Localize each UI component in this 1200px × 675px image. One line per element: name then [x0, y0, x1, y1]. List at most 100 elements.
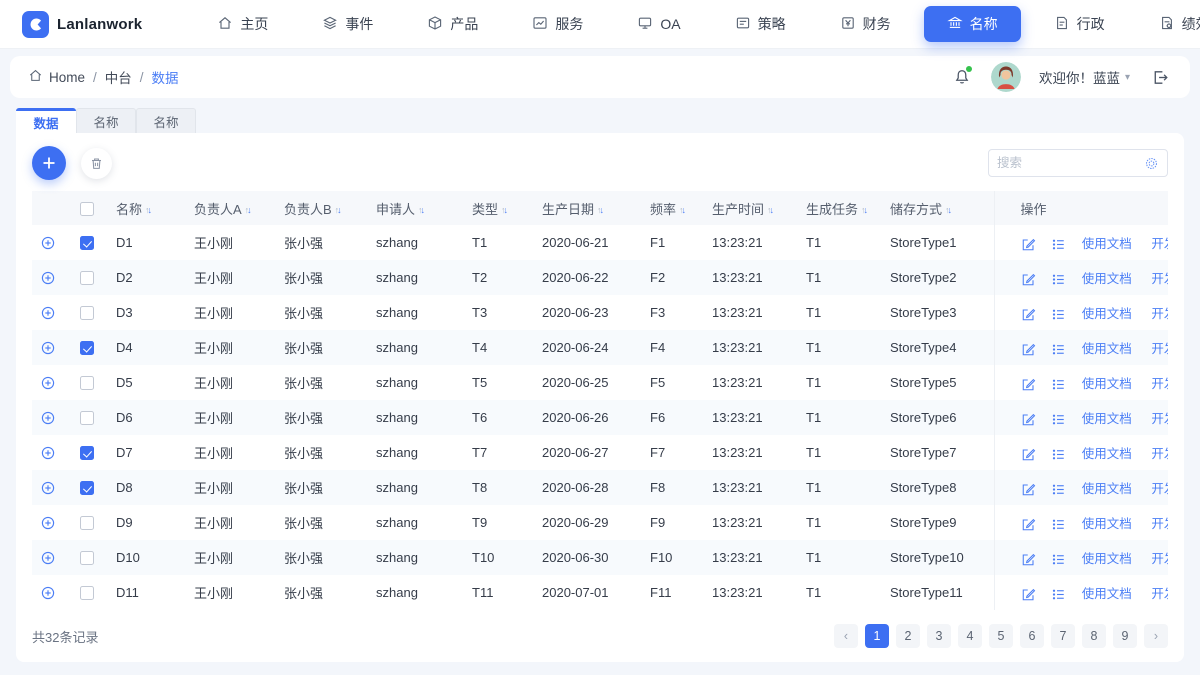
dev-doc-link[interactable]: 开发文档 [1151, 307, 1168, 321]
detail-list-icon[interactable] [1051, 517, 1066, 532]
tab-data[interactable]: 数据 [16, 108, 76, 133]
breadcrumb-item-home[interactable]: Home [49, 70, 85, 85]
column-header-type[interactable]: 类型 ↑ ↓ [464, 191, 534, 225]
page-button-3[interactable]: 3 [927, 624, 951, 648]
edit-icon[interactable] [1021, 447, 1036, 462]
detail-list-icon[interactable] [1051, 587, 1066, 602]
sort-icon[interactable]: ↑ ↓ [145, 205, 152, 215]
usage-doc-link[interactable]: 使用文档 [1082, 342, 1132, 356]
detail-list-icon[interactable] [1051, 272, 1066, 287]
nav-item-events[interactable]: 事件 [295, 0, 400, 48]
dev-doc-link[interactable]: 开发文档 [1151, 552, 1168, 566]
column-header-store-type[interactable]: 储存方式 ↑ ↓ [882, 191, 994, 225]
dev-doc-link[interactable]: 开发文档 [1151, 272, 1168, 286]
row-checkbox[interactable] [80, 376, 94, 391]
sort-icon[interactable]: ↑ ↓ [245, 205, 252, 215]
nav-item-strategy[interactable]: 策略 [708, 0, 813, 48]
nav-item-admin[interactable]: 行政 [1027, 0, 1132, 48]
dev-doc-link[interactable]: 开发文档 [1151, 377, 1168, 391]
edit-icon[interactable] [1021, 342, 1036, 357]
edit-icon[interactable] [1021, 272, 1036, 287]
dev-doc-link[interactable]: 开发文档 [1151, 237, 1168, 251]
nav-item-home[interactable]: 主页 [190, 0, 295, 48]
page-button-5[interactable]: 5 [989, 624, 1013, 648]
page-button-7[interactable]: 7 [1051, 624, 1075, 648]
usage-doc-link[interactable]: 使用文档 [1082, 307, 1132, 321]
row-checkbox[interactable] [80, 411, 94, 426]
expand-row-icon[interactable] [40, 410, 56, 426]
detail-list-icon[interactable] [1051, 412, 1066, 427]
detail-list-icon[interactable] [1051, 307, 1066, 322]
dev-doc-link[interactable]: 开发文档 [1151, 412, 1168, 426]
usage-doc-link[interactable]: 使用文档 [1082, 552, 1132, 566]
detail-list-icon[interactable] [1051, 447, 1066, 462]
sort-icon[interactable]: ↑ ↓ [945, 205, 952, 215]
edit-icon[interactable] [1021, 237, 1036, 252]
logout-button[interactable] [1148, 65, 1172, 89]
detail-list-icon[interactable] [1051, 377, 1066, 392]
notification-bell-button[interactable] [951, 66, 973, 88]
row-checkbox[interactable] [80, 481, 94, 496]
select-all-checkbox[interactable] [80, 201, 94, 216]
tab-name-2[interactable]: 名称 [136, 108, 196, 133]
nav-item-products[interactable]: 产品 [400, 0, 505, 48]
edit-icon[interactable] [1021, 412, 1036, 427]
row-checkbox[interactable] [80, 236, 94, 251]
column-header-prod-time[interactable]: 生产时间 ↑ ↓ [704, 191, 798, 225]
page-button-2[interactable]: 2 [896, 624, 920, 648]
edit-icon[interactable] [1021, 552, 1036, 567]
table-settings-icon[interactable] [1144, 156, 1159, 171]
row-checkbox[interactable] [80, 516, 94, 531]
edit-icon[interactable] [1021, 587, 1036, 602]
detail-list-icon[interactable] [1051, 482, 1066, 497]
edit-icon[interactable] [1021, 377, 1036, 392]
usage-doc-link[interactable]: 使用文档 [1082, 587, 1132, 601]
row-checkbox[interactable] [80, 306, 94, 321]
expand-row-icon[interactable] [40, 480, 56, 496]
expand-row-icon[interactable] [40, 445, 56, 461]
usage-doc-link[interactable]: 使用文档 [1082, 412, 1132, 426]
usage-doc-link[interactable]: 使用文档 [1082, 272, 1132, 286]
row-checkbox[interactable] [80, 446, 94, 461]
sort-icon[interactable]: ↑ ↓ [861, 205, 868, 215]
user-greeting[interactable]: 欢迎你！蓝蓝 ▾ [1039, 67, 1130, 87]
search-input[interactable] [997, 156, 1144, 170]
edit-icon[interactable] [1021, 482, 1036, 497]
nav-item-name-active[interactable]: 名称 [923, 6, 1021, 42]
row-checkbox[interactable] [80, 551, 94, 566]
detail-list-icon[interactable] [1051, 237, 1066, 252]
expand-row-icon[interactable] [40, 340, 56, 356]
usage-doc-link[interactable]: 使用文档 [1082, 377, 1132, 391]
nav-item-services[interactable]: 服务 [505, 0, 610, 48]
column-header-name[interactable]: 名称 ↑ ↓ [108, 191, 186, 225]
usage-doc-link[interactable]: 使用文档 [1082, 237, 1132, 251]
sort-icon[interactable]: ↑ ↓ [418, 205, 425, 215]
breadcrumb-item-data[interactable]: 数据 [152, 67, 179, 87]
dev-doc-link[interactable]: 开发文档 [1151, 482, 1168, 496]
expand-row-icon[interactable] [40, 235, 56, 251]
usage-doc-link[interactable]: 使用文档 [1082, 517, 1132, 531]
expand-row-icon[interactable] [40, 515, 56, 531]
column-header-owner-a[interactable]: 负责人A ↑ ↓ [186, 191, 276, 225]
column-header-prod-date[interactable]: 生产日期 ↑ ↓ [534, 191, 642, 225]
delete-records-button[interactable] [81, 147, 112, 179]
edit-icon[interactable] [1021, 307, 1036, 322]
add-record-button[interactable] [32, 146, 66, 180]
row-checkbox[interactable] [80, 586, 94, 601]
tab-name-1[interactable]: 名称 [76, 108, 136, 133]
usage-doc-link[interactable]: 使用文档 [1082, 447, 1132, 461]
prev-page-button[interactable]: ‹ [834, 624, 858, 648]
sort-icon[interactable]: ↑ ↓ [679, 205, 686, 215]
next-page-button[interactable]: › [1144, 624, 1168, 648]
page-button-9[interactable]: 9 [1113, 624, 1137, 648]
sort-icon[interactable]: ↑ ↓ [767, 205, 774, 215]
nav-item-finance[interactable]: 财务 [813, 0, 918, 48]
usage-doc-link[interactable]: 使用文档 [1082, 482, 1132, 496]
sort-icon[interactable]: ↑ ↓ [501, 205, 508, 215]
detail-list-icon[interactable] [1051, 342, 1066, 357]
expand-row-icon[interactable] [40, 270, 56, 286]
expand-row-icon[interactable] [40, 550, 56, 566]
column-header-gen-task[interactable]: 生成任务 ↑ ↓ [798, 191, 882, 225]
nav-item-oa[interactable]: OA [610, 0, 707, 48]
expand-row-icon[interactable] [40, 305, 56, 321]
